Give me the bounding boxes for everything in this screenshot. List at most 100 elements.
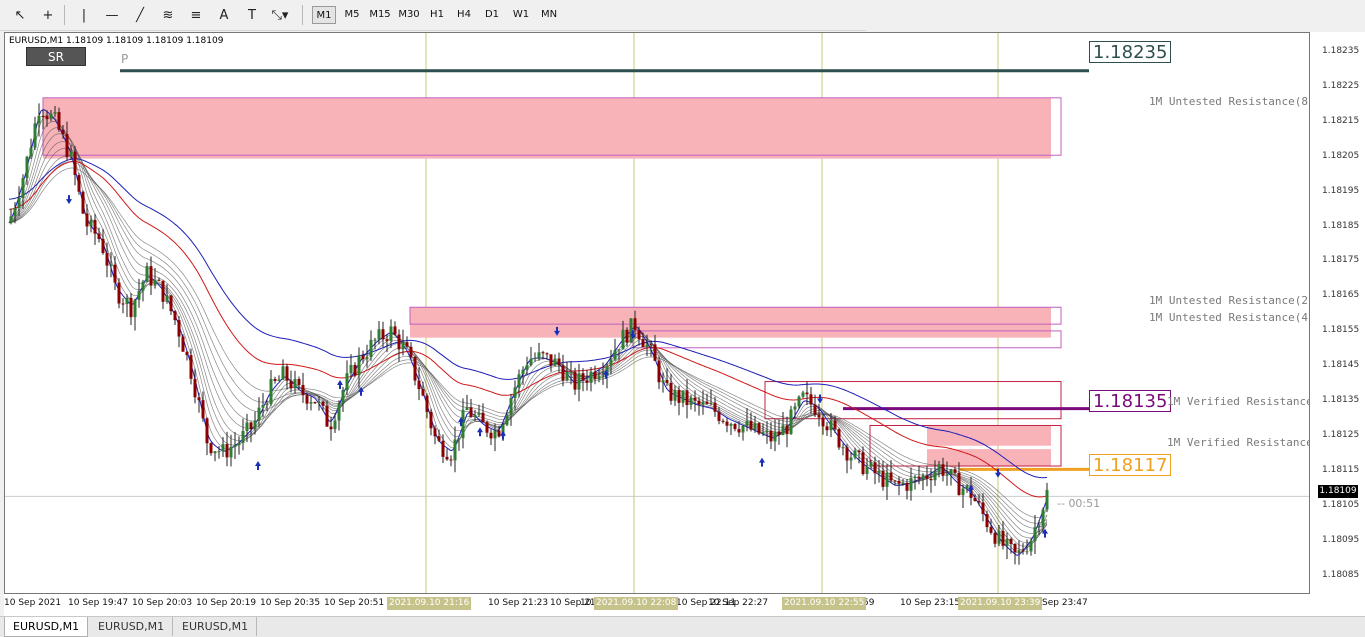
bearish-candle — [657, 360, 661, 383]
bearish-candle — [429, 411, 433, 429]
bearish-candle — [813, 404, 817, 415]
bearish-candle — [77, 175, 81, 192]
bullish-candle — [753, 423, 757, 430]
timeframe-m15[interactable]: M15 — [366, 6, 394, 24]
bearish-candle — [41, 116, 45, 118]
bearish-candle — [385, 339, 389, 341]
bullish-candle — [237, 442, 241, 446]
horizontal-line-icon[interactable]: — — [100, 4, 124, 26]
bearish-candle — [721, 420, 725, 422]
bullish-candle — [617, 349, 621, 351]
chart-area[interactable]: EURUSD,M1 1.18109 1.18109 1.18109 1.1810… — [4, 32, 1310, 594]
fibonacci-icon[interactable]: ≡ — [184, 4, 208, 26]
chart-tab[interactable]: EURUSD,M1 — [174, 617, 258, 636]
time-tick-label: 10 Sep 20:03 — [132, 598, 193, 608]
bullish-candle — [145, 266, 149, 282]
bearish-candle — [545, 353, 549, 355]
bearish-candle — [785, 425, 789, 435]
bearish-candle — [101, 238, 105, 254]
bearish-candle — [573, 371, 577, 390]
price-axis[interactable]: 1.18235 1.18225 1.18215 1.18205 1.18195 1.181… — [1310, 32, 1365, 594]
bullish-candle — [309, 402, 313, 404]
bearish-candle — [757, 423, 761, 434]
bearish-candle — [57, 112, 61, 130]
bullish-candle — [373, 339, 377, 341]
bullish-candle — [261, 405, 265, 408]
bearish-candle — [833, 420, 837, 430]
timeframe-mn[interactable]: MN — [536, 6, 562, 24]
bearish-candle — [413, 356, 417, 381]
bearish-candle — [489, 432, 493, 439]
bearish-candle — [469, 407, 473, 417]
bullish-candle — [401, 342, 405, 350]
time-axis[interactable]: 10 Sep 2021 10 Sep 19:47 10 Sep 20:03 10 Se… — [4, 594, 1365, 616]
timeframe-h4[interactable]: H4 — [452, 6, 476, 24]
price-tick-label: 1.18215 — [1322, 115, 1360, 126]
bullish-candle — [13, 208, 17, 217]
bearish-candle — [837, 429, 841, 448]
text-icon[interactable]: A — [212, 4, 236, 26]
bearish-candle — [725, 421, 729, 426]
buy-arrow-icon — [477, 427, 483, 437]
bullish-candle — [869, 462, 873, 467]
bearish-candle — [437, 436, 441, 441]
bearish-candle — [381, 329, 385, 340]
bullish-candle — [681, 390, 685, 403]
time-tick-label: 10 Sep 22:27 — [708, 598, 769, 608]
bullish-candle — [901, 482, 905, 484]
zone-label-1: 1M Untested Resistance(8p — [1149, 95, 1310, 108]
bearish-candle — [225, 444, 229, 458]
text-label-icon[interactable]: T — [240, 4, 264, 26]
bullish-candle — [37, 116, 41, 124]
equidistant-channel-icon[interactable]: ≋ — [156, 4, 180, 26]
bullish-candle — [613, 350, 617, 360]
bearish-candle — [981, 502, 985, 514]
price-tick-label: 1.18175 — [1322, 255, 1360, 266]
timeframe-d1[interactable]: D1 — [480, 6, 504, 24]
bearish-candle — [989, 527, 993, 533]
chart-tab[interactable]: EURUSD,M1 — [4, 617, 89, 637]
timeframe-h1[interactable]: H1 — [425, 6, 449, 24]
price-tick-label: 1.18105 — [1322, 499, 1360, 510]
time-tick-label: 10 Sep 20:19 — [196, 598, 257, 608]
bearish-candle — [713, 402, 717, 412]
toolbar-separator — [302, 5, 303, 25]
bearish-candle — [977, 500, 981, 503]
bullish-candle — [997, 530, 1001, 544]
crosshair-icon[interactable]: + — [36, 4, 60, 26]
shapes-dropdown-icon[interactable]: ⤡▾ — [268, 4, 292, 26]
vertical-line-icon[interactable]: | — [72, 4, 96, 26]
bullish-candle — [521, 369, 525, 375]
bearish-candle — [121, 303, 125, 305]
bearish-candle — [149, 266, 153, 286]
buy-arrow-icon — [255, 461, 261, 471]
trendline-icon[interactable]: ╱ — [128, 4, 152, 26]
sr-button[interactable]: SR — [26, 47, 86, 66]
zone-label-5: 1M Verified Resistance — [1167, 436, 1310, 449]
bullish-candle — [601, 375, 605, 377]
bullish-candle — [233, 445, 237, 448]
bearish-candle — [441, 440, 445, 457]
bearish-candle — [85, 213, 89, 227]
bullish-candle — [137, 290, 141, 300]
bullish-candle — [1017, 550, 1021, 553]
bearish-candle — [185, 351, 189, 356]
chart-tab[interactable]: EURUSD,M1 — [90, 617, 174, 636]
bearish-candle — [953, 469, 957, 473]
bullish-candle — [457, 438, 461, 440]
price-tick-label: 1.18135 — [1322, 395, 1360, 405]
bearish-candle — [173, 311, 177, 321]
price-tick-label: 1.18195 — [1322, 185, 1360, 196]
price-tick-label: 1.18165 — [1322, 290, 1360, 301]
timeframe-m5[interactable]: M5 — [340, 6, 364, 24]
bullish-candle — [49, 113, 53, 120]
bearish-candle — [665, 380, 669, 383]
bullish-candle — [1005, 538, 1009, 546]
timeframe-w1[interactable]: W1 — [508, 6, 534, 24]
bullish-candle — [17, 198, 21, 209]
cursor-icon[interactable]: ↖ — [8, 4, 32, 26]
timeframe-m1[interactable]: M1 — [312, 6, 336, 24]
timeframe-m30[interactable]: M30 — [396, 6, 422, 24]
resistance-zone-fill — [410, 307, 1051, 338]
zone-label-3: 1M Untested Resistance(4p — [1149, 311, 1310, 324]
